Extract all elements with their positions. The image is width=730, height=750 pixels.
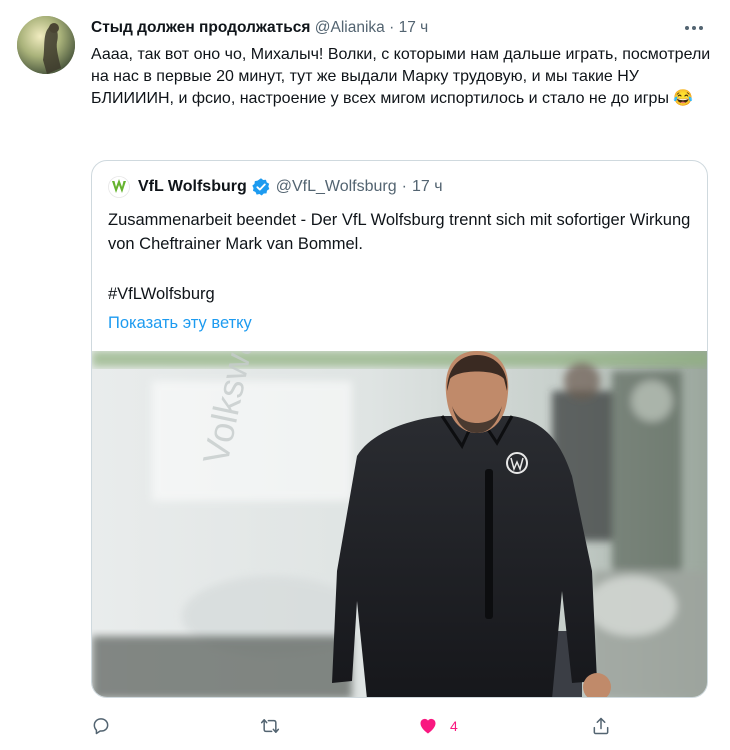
tweet-text: Аааа, так вот оно чо, Михалыч! Волки, с … xyxy=(91,46,711,107)
quoted-separator-dot: · xyxy=(401,178,407,195)
tweet-body: Стыд должен продолжаться @Alianika · 17 … xyxy=(91,18,711,110)
quoted-tweet-header: VfL Wolfsburg @VfL_Wolfsburg · 17 ч xyxy=(108,175,443,199)
retweet-button[interactable] xyxy=(259,710,281,742)
quoted-tweet-photo[interactable]: Volkswagen xyxy=(92,351,707,697)
quoted-author-handle[interactable]: @VfL_Wolfsburg xyxy=(276,178,397,196)
tweet-header: Стыд должен продолжаться @Alianika · 17 … xyxy=(91,18,711,38)
author-name[interactable]: Стыд должен продолжаться xyxy=(91,19,310,36)
quoted-tweet[interactable]: VfL Wolfsburg @VfL_Wolfsburg · 17 ч Zusa… xyxy=(91,160,708,698)
tweet[interactable]: Стыд должен продолжаться @Alianika · 17 … xyxy=(0,0,730,750)
verified-badge-icon xyxy=(251,177,271,197)
separator-dot: · xyxy=(389,19,395,36)
author-handle[interactable]: @Alianika xyxy=(315,19,385,36)
share-button[interactable] xyxy=(591,710,611,742)
vfl-wolfsburg-logo-icon xyxy=(108,176,130,198)
tweet-actions: 4 xyxy=(91,710,631,742)
quoted-author-name[interactable]: VfL Wolfsburg xyxy=(138,178,247,196)
quoted-tweet-time[interactable]: 17 ч xyxy=(412,178,443,196)
show-thread-link[interactable]: Показать эту ветку xyxy=(108,311,252,335)
like-button[interactable]: 4 xyxy=(418,710,458,742)
like-count: 4 xyxy=(450,718,458,734)
share-icon xyxy=(593,717,609,735)
tweet-time[interactable]: 17 ч xyxy=(399,19,429,36)
heart-filled-icon xyxy=(420,718,436,734)
avatar[interactable] xyxy=(17,16,75,74)
reply-button[interactable] xyxy=(91,710,111,742)
quoted-hashtag[interactable]: #VfLWolfsburg xyxy=(108,282,215,306)
quoted-tweet-text: Zusammenarbeit beendet - Der VfL Wolfsbu… xyxy=(108,211,691,253)
retweet-icon xyxy=(260,719,280,733)
reply-icon xyxy=(93,718,109,735)
